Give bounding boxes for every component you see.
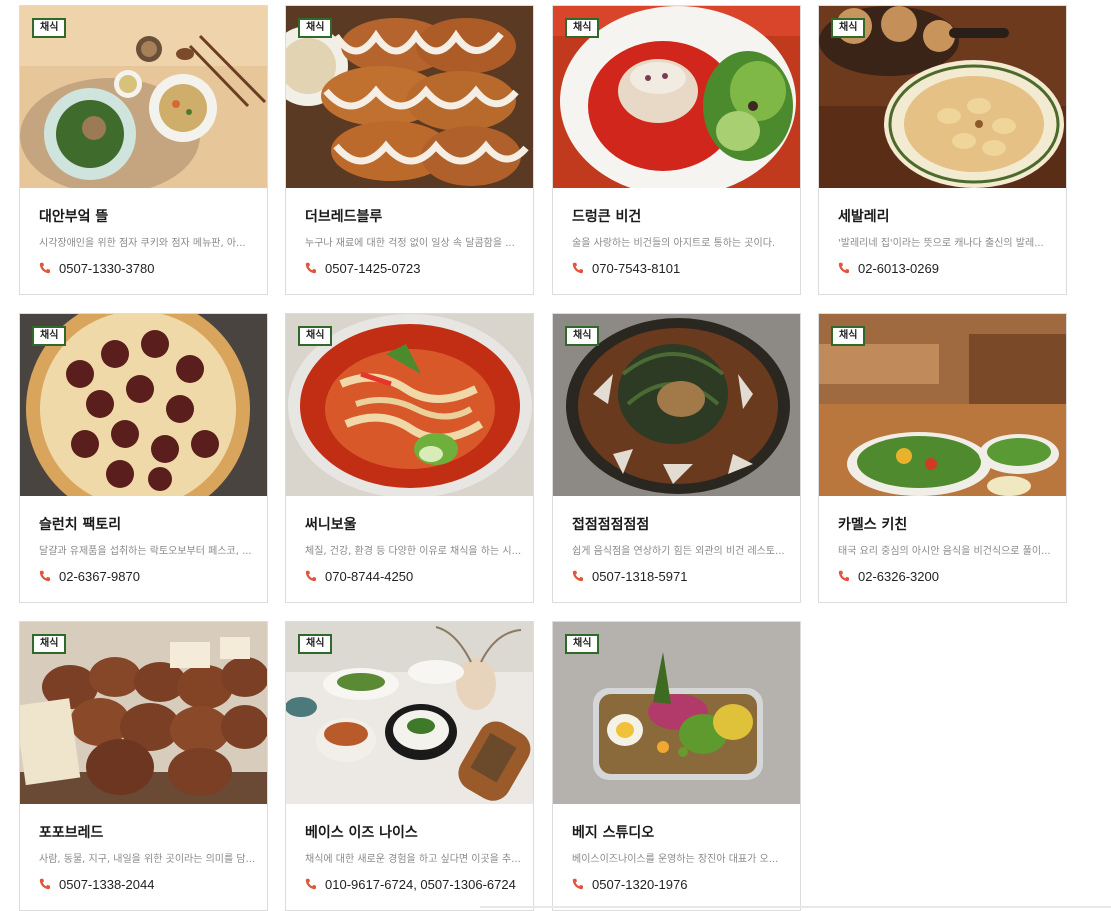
phone-row: 0507-1330-3780 bbox=[39, 260, 154, 276]
restaurant-name[interactable]: 접점점점점점 bbox=[572, 514, 649, 534]
restaurant-name[interactable]: 세발레리 bbox=[838, 206, 890, 226]
phone-icon bbox=[305, 878, 316, 890]
phone-row: 010-9617-6724, 0507-1306-6724 bbox=[305, 876, 516, 892]
restaurant-card[interactable]: 채식 접점점점점점 쉽게 음식점을 연상하기 힘든 외관의 비건 레스토... … bbox=[552, 313, 801, 603]
phone-number[interactable]: 0507-1318-5971 bbox=[592, 569, 687, 584]
category-badge: 채식 bbox=[32, 18, 67, 38]
restaurant-description: 체질, 건강, 환경 등 다양한 이유로 채식을 하는 시... bbox=[305, 546, 522, 557]
phone-icon bbox=[39, 570, 50, 582]
restaurant-card[interactable]: 채식 세발레리 '발레리네 집'이라는 뜻으로 캐나다 출신의 발레... 02… bbox=[818, 5, 1067, 295]
phone-icon bbox=[572, 878, 583, 890]
restaurant-description: 쉽게 음식점을 연상하기 힘든 외관의 비건 레스토... bbox=[572, 546, 785, 557]
restaurant-name[interactable]: 드렁큰 비건 bbox=[572, 206, 641, 226]
restaurant-name[interactable]: 베지 스튜디오 bbox=[572, 822, 654, 842]
phone-row: 0507-1338-2044 bbox=[39, 876, 154, 892]
category-badge: 채식 bbox=[32, 326, 67, 346]
restaurant-description: 술을 사랑하는 비건들의 아지트로 통하는 곳이다. bbox=[572, 238, 776, 249]
phone-number[interactable]: 070-7543-8101 bbox=[592, 261, 680, 276]
category-badge: 채식 bbox=[298, 634, 333, 654]
category-badge: 채식 bbox=[565, 326, 600, 346]
restaurant-card[interactable]: 채식 슬런치 팩토리 달걀과 유제품을 섭취하는 락토오보부터 페스코, ...… bbox=[19, 313, 268, 603]
restaurant-name[interactable]: 포포브레드 bbox=[39, 822, 103, 842]
restaurant-card[interactable]: 채식 베지 스튜디오 베이스이즈나이스를 운영하는 장진아 대표가 오... 0… bbox=[552, 621, 801, 911]
phone-row: 0507-1318-5971 bbox=[572, 568, 687, 584]
phone-row: 070-8744-4250 bbox=[305, 568, 413, 584]
phone-number[interactable]: 070-8744-4250 bbox=[325, 569, 413, 584]
phone-row: 070-7543-8101 bbox=[572, 260, 680, 276]
phone-icon bbox=[838, 262, 849, 274]
restaurant-description: 베이스이즈나이스를 운영하는 장진아 대표가 오... bbox=[572, 854, 779, 865]
restaurant-card[interactable]: 채식 대안부엌 뜰 시각장애인을 위한 점자 쿠키와 점자 메뉴판, 아... … bbox=[19, 5, 268, 295]
phone-icon bbox=[572, 570, 583, 582]
restaurant-card[interactable]: 채식 써니보울 체질, 건강, 환경 등 다양한 이유로 채식을 하는 시...… bbox=[285, 313, 534, 603]
phone-icon bbox=[39, 878, 50, 890]
phone-number[interactable]: 02-6367-9870 bbox=[59, 569, 140, 584]
phone-row: 02-6326-3200 bbox=[838, 568, 939, 584]
restaurant-description: 달걀과 유제품을 섭취하는 락토오보부터 페스코, ... bbox=[39, 546, 252, 557]
phone-icon bbox=[39, 262, 50, 274]
restaurant-name[interactable]: 베이스 이즈 나이스 bbox=[305, 822, 418, 842]
restaurant-description: 사람, 동물, 지구, 내일을 위한 곳이라는 의미를 담... bbox=[39, 854, 256, 865]
phone-row: 0507-1425-0723 bbox=[305, 260, 420, 276]
restaurant-description: '발레리네 집'이라는 뜻으로 캐나다 출신의 발레... bbox=[838, 238, 1044, 249]
category-badge: 채식 bbox=[565, 18, 600, 38]
category-badge: 채식 bbox=[298, 326, 333, 346]
restaurant-card[interactable]: 채식 카멜스 키친 태국 요리 중심의 아시안 음식을 비건식으로 풀이... … bbox=[818, 313, 1067, 603]
restaurant-name[interactable]: 써니보울 bbox=[305, 514, 357, 534]
phone-row: 02-6367-9870 bbox=[39, 568, 140, 584]
restaurant-description: 누구나 재료에 대한 걱정 없이 일상 속 달콤함을 ... bbox=[305, 238, 515, 249]
restaurant-card[interactable]: 채식 더브레드블루 누구나 재료에 대한 걱정 없이 일상 속 달콤함을 ...… bbox=[285, 5, 534, 295]
restaurant-name[interactable]: 카멜스 키친 bbox=[838, 514, 907, 534]
phone-icon bbox=[838, 570, 849, 582]
restaurant-name[interactable]: 대안부엌 뜰 bbox=[39, 206, 108, 226]
phone-number[interactable]: 010-9617-6724, 0507-1306-6724 bbox=[325, 877, 516, 892]
category-badge: 채식 bbox=[831, 326, 866, 346]
restaurant-description: 태국 요리 중심의 아시안 음식을 비건식으로 풀이... bbox=[838, 546, 1051, 557]
phone-row: 0507-1320-1976 bbox=[572, 876, 687, 892]
category-badge: 채식 bbox=[565, 634, 600, 654]
phone-row: 02-6013-0269 bbox=[838, 260, 939, 276]
restaurant-name[interactable]: 슬런치 팩토리 bbox=[39, 514, 121, 534]
phone-icon bbox=[305, 570, 316, 582]
phone-number[interactable]: 0507-1338-2044 bbox=[59, 877, 154, 892]
phone-icon bbox=[305, 262, 316, 274]
restaurant-card[interactable]: 채식 드렁큰 비건 술을 사랑하는 비건들의 아지트로 통하는 곳이다. 070… bbox=[552, 5, 801, 295]
restaurant-description: 시각장애인을 위한 점자 쿠키와 점자 메뉴판, 아... bbox=[39, 238, 246, 249]
restaurant-card[interactable]: 채식 포포브레드 사람, 동물, 지구, 내일을 위한 곳이라는 의미를 담..… bbox=[19, 621, 268, 911]
phone-number[interactable]: 0507-1330-3780 bbox=[59, 261, 154, 276]
category-badge: 채식 bbox=[831, 18, 866, 38]
phone-number[interactable]: 02-6013-0269 bbox=[858, 261, 939, 276]
restaurant-name[interactable]: 더브레드블루 bbox=[305, 206, 382, 226]
restaurant-description: 채식에 대한 새로운 경험을 하고 싶다면 이곳을 추... bbox=[305, 854, 521, 865]
category-badge: 채식 bbox=[32, 634, 67, 654]
phone-number[interactable]: 0507-1425-0723 bbox=[325, 261, 420, 276]
phone-number[interactable]: 02-6326-3200 bbox=[858, 569, 939, 584]
phone-number[interactable]: 0507-1320-1976 bbox=[592, 877, 687, 892]
restaurant-card[interactable]: 채식 베이스 이즈 나이스 채식에 대한 새로운 경험을 하고 싶다면 이곳을 … bbox=[285, 621, 534, 911]
phone-icon bbox=[572, 262, 583, 274]
category-badge: 채식 bbox=[298, 18, 333, 38]
